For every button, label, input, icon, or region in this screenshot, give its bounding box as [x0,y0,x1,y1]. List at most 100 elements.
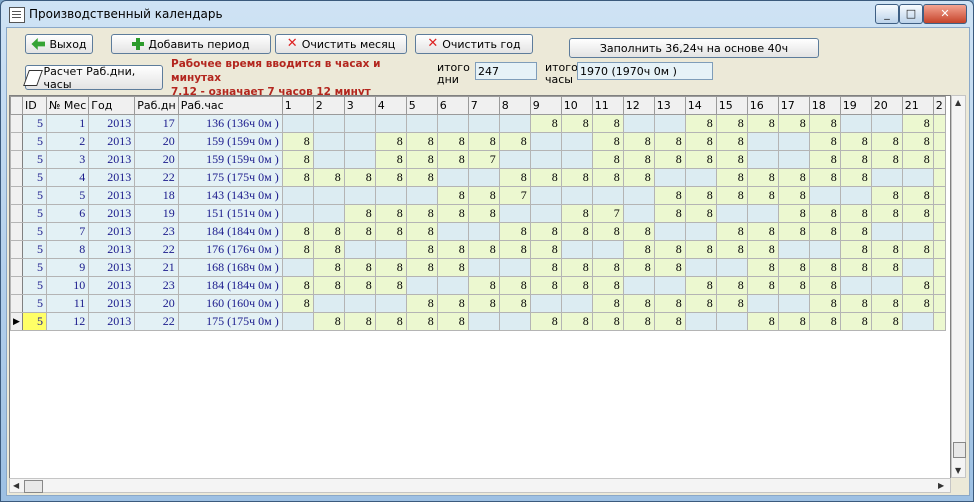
cell-id[interactable]: 5 [22,114,47,133]
day-cell[interactable] [808,186,841,205]
day-cell[interactable] [839,276,872,295]
table-row[interactable]: 5 3 2013 20 159 (159ч 0м ) 8 8 8 8 7 8 8 8 8 8 8 8 8 8 [10,150,946,169]
day-cell[interactable]: 8 [622,240,655,259]
day-cell[interactable]: 8 [839,150,872,169]
day-cell[interactable]: 8 [653,312,686,331]
day-cell[interactable]: 8 [839,240,872,259]
maximize-button[interactable]: □ [899,4,923,24]
day-cell[interactable] [343,132,376,151]
column-header[interactable]: Год [88,96,136,115]
cell-id[interactable]: 5 [22,222,47,241]
day-cell[interactable]: 8 [374,168,407,187]
day-cell[interactable]: 8 [715,276,748,295]
row-indicator[interactable] [10,222,23,241]
cell-dn[interactable]: 20 [134,150,179,169]
day-cell[interactable] [684,258,717,277]
day-cell[interactable]: 8 [839,204,872,223]
day-cell[interactable]: 8 [591,222,624,241]
day-cell[interactable]: 8 [498,276,531,295]
day-cell-partial[interactable] [932,222,946,241]
day-cell[interactable]: 8 [901,186,934,205]
day-cell[interactable]: 8 [808,222,841,241]
day-cell[interactable]: 8 [777,276,810,295]
cell-mes[interactable]: 2 [45,132,90,151]
cell-god[interactable]: 2013 [88,312,136,331]
day-cell[interactable] [436,114,469,133]
clear-month-button[interactable]: ✕ Очистить месяц [275,34,407,54]
day-cell[interactable] [498,204,531,223]
day-cell[interactable]: 8 [467,276,500,295]
day-cell[interactable]: 8 [839,294,872,313]
day-cell[interactable] [529,204,562,223]
day-cell[interactable]: 8 [281,222,314,241]
day-cell[interactable]: 8 [653,186,686,205]
table-row[interactable]: ▶ 5 12 2013 22 175 (175ч 0м ) 8 8 8 8 8 8 8 8 8 8 8 8 8 8 8 [10,312,946,331]
day-cell[interactable]: 8 [622,312,655,331]
day-cell[interactable] [467,258,500,277]
day-cell[interactable]: 8 [529,114,562,133]
day-cell[interactable]: 8 [498,168,531,187]
day-cell[interactable]: 8 [684,294,717,313]
cell-mes[interactable]: 7 [45,222,90,241]
day-cell[interactable]: 8 [343,168,376,187]
day-cell[interactable]: 8 [622,168,655,187]
day-cell[interactable]: 8 [684,276,717,295]
day-cell[interactable]: 8 [436,240,469,259]
cell-id[interactable]: 5 [22,312,47,331]
table-row[interactable]: 5 6 2013 19 151 (151ч 0м ) 8 8 8 8 8 8 7 8 8 8 8 8 8 8 [10,204,946,223]
row-indicator[interactable] [10,294,23,313]
day-cell[interactable] [467,114,500,133]
day-cell[interactable]: 8 [498,240,531,259]
day-cell[interactable] [281,258,314,277]
cell-god[interactable]: 2013 [88,204,136,223]
day-cell[interactable] [312,186,345,205]
column-header[interactable]: 5 [405,96,438,115]
day-cell[interactable]: 8 [343,222,376,241]
day-cell[interactable] [777,294,810,313]
day-cell[interactable]: 8 [746,240,779,259]
day-cell[interactable]: 8 [653,132,686,151]
calendar-grid[interactable]: ID № Мес Год Раб.дн Раб.час 1 2 3 4 5 6 7 8 9 10 11 12 13… [9,95,951,480]
day-cell[interactable]: 8 [591,258,624,277]
cell-id[interactable]: 5 [22,204,47,223]
cell-id[interactable]: 5 [22,240,47,259]
day-cell-partial[interactable] [932,312,946,331]
day-cell[interactable]: 8 [777,204,810,223]
cell-god[interactable]: 2013 [88,294,136,313]
scroll-down-arrow-icon[interactable]: ▼ [955,466,961,475]
day-cell[interactable]: 8 [777,168,810,187]
cell-mes[interactable]: 1 [45,114,90,133]
column-header[interactable]: 8 [498,96,531,115]
cell-god[interactable]: 2013 [88,240,136,259]
day-cell[interactable]: 8 [746,258,779,277]
add-period-button[interactable]: Добавить период [111,34,271,54]
day-cell[interactable]: 8 [622,222,655,241]
day-cell[interactable]: 8 [343,204,376,223]
day-cell[interactable] [684,168,717,187]
cell-god[interactable]: 2013 [88,276,136,295]
day-cell[interactable]: 8 [746,168,779,187]
day-cell[interactable]: 8 [529,222,562,241]
day-cell[interactable]: 8 [870,150,903,169]
day-cell[interactable]: 8 [436,294,469,313]
column-header[interactable]: 20 [870,96,903,115]
day-cell[interactable]: 8 [715,114,748,133]
day-cell[interactable]: 8 [808,168,841,187]
day-cell[interactable]: 8 [870,312,903,331]
cell-chas[interactable]: 184 (184ч 0м ) [177,222,283,241]
day-cell[interactable]: 8 [901,150,934,169]
day-cell[interactable]: 8 [777,312,810,331]
day-cell[interactable] [498,312,531,331]
cell-mes[interactable]: 12 [45,312,90,331]
horizontal-scrollbar[interactable]: ◀ ▶ [9,478,951,493]
cell-mes[interactable]: 10 [45,276,90,295]
day-cell[interactable]: 8 [560,168,593,187]
row-indicator[interactable]: ▶ [10,312,23,331]
table-row[interactable]: 5 11 2013 20 160 (160ч 0м ) 8 8 8 8 8 8 8 8 8 8 8 8 8 8 [10,294,946,313]
day-cell[interactable] [560,294,593,313]
day-cell-partial[interactable] [932,204,946,223]
column-header[interactable]: 12 [622,96,655,115]
day-cell[interactable] [343,150,376,169]
table-row[interactable]: 5 4 2013 22 175 (175ч 0м ) 8 8 8 8 8 8 8 8 8 8 8 8 8 8 8 [10,168,946,187]
day-cell[interactable]: 8 [436,132,469,151]
